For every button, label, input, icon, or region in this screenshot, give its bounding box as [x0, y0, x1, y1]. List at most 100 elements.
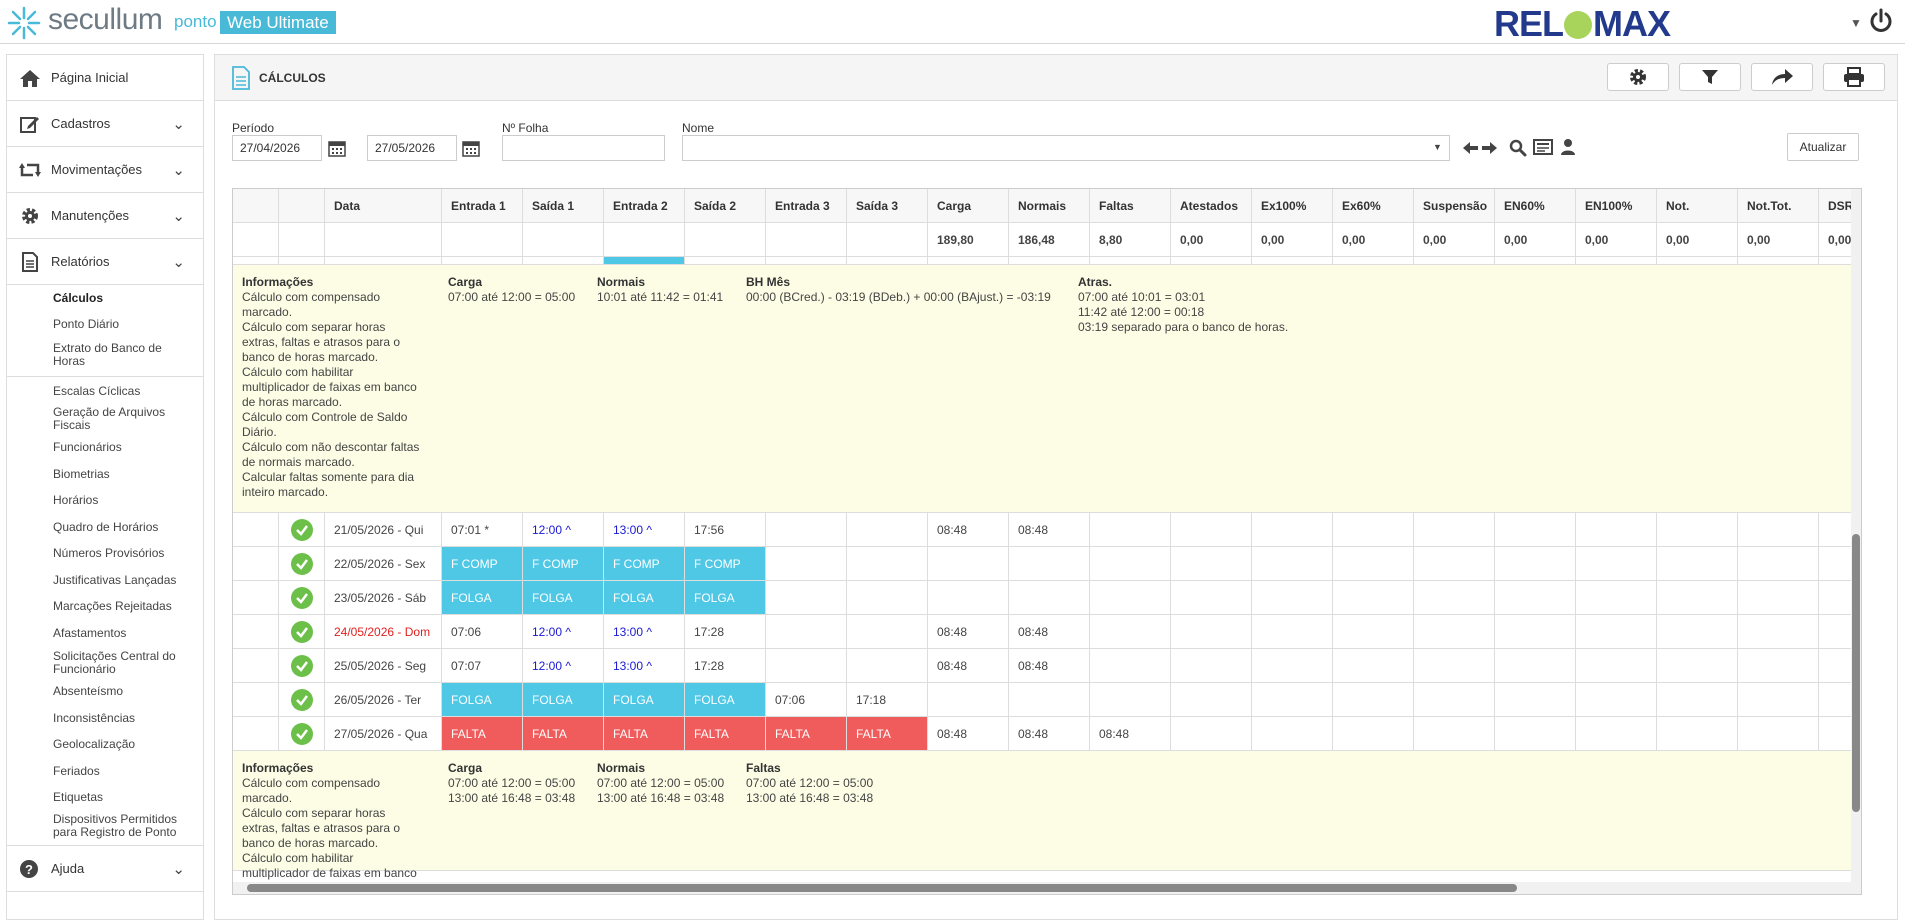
report-item-dispositivos-permitidos[interactable]: Dispositivos Permitidos para Registro de…	[7, 811, 203, 845]
update-button[interactable]: Atualizar	[1787, 133, 1859, 161]
info-column: Carga 07:00 até 12:00 = 05:00	[448, 275, 575, 305]
filter-button[interactable]	[1679, 63, 1741, 91]
report-item-absenteismo[interactable]: Absenteísmo	[7, 679, 203, 706]
sidebar: Página Inicial Cadastros ⌄ Movimentações…	[6, 54, 204, 920]
report-item-geracao-arquivos-fiscais[interactable]: Geração de Arquivos Fiscais	[7, 403, 203, 435]
table-row: 26/05/2026 - Ter FOLGA FOLGA FOLGA FOLGA 07:0…	[233, 683, 1853, 717]
sidebar-item-movimentacoes[interactable]: Movimentações ⌄	[7, 147, 203, 193]
report-item-ponto-diario[interactable]: Ponto Diário	[7, 312, 203, 339]
nome-select[interactable]	[682, 135, 1450, 161]
carga-cell: 08:48	[928, 513, 1009, 546]
scrollbar-thumb[interactable]	[1852, 534, 1860, 812]
normais-cell: 08:48	[1009, 513, 1090, 546]
report-item-afastamentos[interactable]: Afastamentos	[7, 620, 203, 647]
report-item-escalas-ciclicas[interactable]: Escalas Cíclicas	[7, 376, 203, 403]
sidebar-item-cadastros[interactable]: Cadastros ⌄	[7, 101, 203, 147]
time-cell: FOLGA	[685, 581, 766, 614]
report-item-inconsistencias[interactable]: Inconsistências	[7, 705, 203, 732]
info-line: Cálculo com compensado	[242, 776, 381, 790]
sidebar-item-ajuda[interactable]: ? Ajuda ⌄	[7, 846, 203, 892]
totals-cell: 0,00	[1657, 223, 1738, 256]
status-cell	[279, 683, 325, 716]
totals-cell: 8,80	[1090, 223, 1171, 256]
column-header: Carga	[928, 189, 1009, 222]
table-cell	[1171, 717, 1252, 750]
caret-down-icon[interactable]: ▼	[1850, 16, 1862, 30]
sidebar-item-label: Relatórios	[51, 254, 110, 269]
report-item-geolocalizacao[interactable]: Geolocalização	[7, 732, 203, 759]
column-header: Atestados	[1171, 189, 1252, 222]
table-cell	[1333, 257, 1414, 264]
table-cell	[1738, 581, 1819, 614]
share-button[interactable]	[1751, 63, 1813, 91]
table-cell	[1414, 615, 1495, 648]
report-item-calculos[interactable]: Cálculos	[7, 285, 203, 312]
report-item-feriados[interactable]: Feriados	[7, 758, 203, 785]
column-header: EN100%	[1576, 189, 1657, 222]
status-cell	[279, 581, 325, 614]
sidebar-item-pagina-inicial[interactable]: Página Inicial	[7, 55, 203, 101]
arrows-horizontal-icon[interactable]	[1462, 139, 1498, 157]
power-icon[interactable]	[1868, 8, 1894, 34]
table-cell	[1576, 257, 1657, 264]
report-item-biometrias[interactable]: Biometrias	[7, 461, 203, 488]
report-item-solicitacoes-central[interactable]: Solicitações Central do Funcionário	[7, 647, 203, 679]
report-item-justificativas-lancadas[interactable]: Justificativas Lançadas	[7, 567, 203, 594]
check-circle-icon	[291, 586, 313, 609]
table-cell	[1738, 547, 1819, 580]
report-item-horarios[interactable]: Horários	[7, 488, 203, 515]
info-line: banco de horas marcado.	[242, 350, 379, 364]
calendar-icon[interactable]	[462, 139, 480, 157]
info-line: 07:00 até 12:00 = 05:00	[597, 776, 725, 790]
print-button[interactable]	[1823, 63, 1885, 91]
table-cell	[1414, 581, 1495, 614]
table-cell	[1738, 649, 1819, 682]
report-item-funcionarios[interactable]: Funcionários	[7, 435, 203, 462]
table-cell	[1738, 513, 1819, 546]
scrollbar-thumb[interactable]	[247, 884, 1517, 892]
totals-cell: 189,80	[928, 223, 1009, 256]
report-item-etiquetas[interactable]: Etiquetas	[7, 785, 203, 812]
table-cell	[1171, 581, 1252, 614]
report-item-numeros-provisorios[interactable]: Números Provisórios	[7, 541, 203, 568]
id-card-icon[interactable]	[1533, 139, 1553, 155]
info-line: 13:00 até 16:48 = 03:48	[597, 791, 725, 805]
check-circle-icon	[291, 518, 313, 541]
report-item-extrato-banco-horas[interactable]: Extrato do Banco de Horas	[7, 338, 203, 372]
column-header: Ex60%	[1333, 189, 1414, 222]
table-cell	[1333, 649, 1414, 682]
horizontal-scrollbar[interactable]	[233, 882, 1853, 894]
document-icon	[232, 66, 250, 90]
column-header: Ex100%	[1252, 189, 1333, 222]
chevron-down-icon: ⌄	[172, 861, 185, 878]
time-cell: FOLGA	[604, 581, 685, 614]
folha-input[interactable]	[502, 135, 665, 161]
table-row: 22/05/2026 - Sex F COMP F COMP F COMP F COMP	[233, 547, 1853, 581]
table-cell	[1738, 257, 1819, 264]
calendar-icon[interactable]	[328, 139, 346, 157]
time-cell: 12:00 ^	[523, 615, 604, 648]
date-cell: 25/05/2026 - Seg	[325, 649, 442, 682]
info-line: de horas marcado.	[242, 395, 343, 409]
settings-button[interactable]	[1607, 63, 1669, 91]
table-cell	[847, 257, 928, 264]
time-cell	[766, 649, 847, 682]
search-icon[interactable]	[1509, 139, 1527, 157]
info-line: multiplicador de faixas em banco	[242, 866, 417, 880]
report-item-quadro-horarios[interactable]: Quadro de Horários	[7, 514, 203, 541]
time-cell: FALTA	[442, 717, 523, 750]
status-cell	[279, 649, 325, 682]
time-cell: 13:00 ^	[604, 649, 685, 682]
normais-cell	[1009, 547, 1090, 580]
table-cell	[766, 257, 847, 264]
vertical-scrollbar[interactable]	[1851, 189, 1861, 894]
report-item-marcacoes-rejeitadas[interactable]: Marcações Rejeitadas	[7, 594, 203, 621]
date-from-input[interactable]: 27/04/2026	[232, 135, 322, 161]
date-to-input[interactable]: 27/05/2026	[367, 135, 457, 161]
time-cell	[766, 513, 847, 546]
info-title: Normais	[597, 275, 646, 289]
table-cell	[1576, 513, 1657, 546]
user-icon[interactable]	[1560, 138, 1576, 156]
sidebar-item-relatorios[interactable]: Relatórios ⌄	[7, 239, 203, 285]
sidebar-item-manutencoes[interactable]: Manutenções ⌄	[7, 193, 203, 239]
